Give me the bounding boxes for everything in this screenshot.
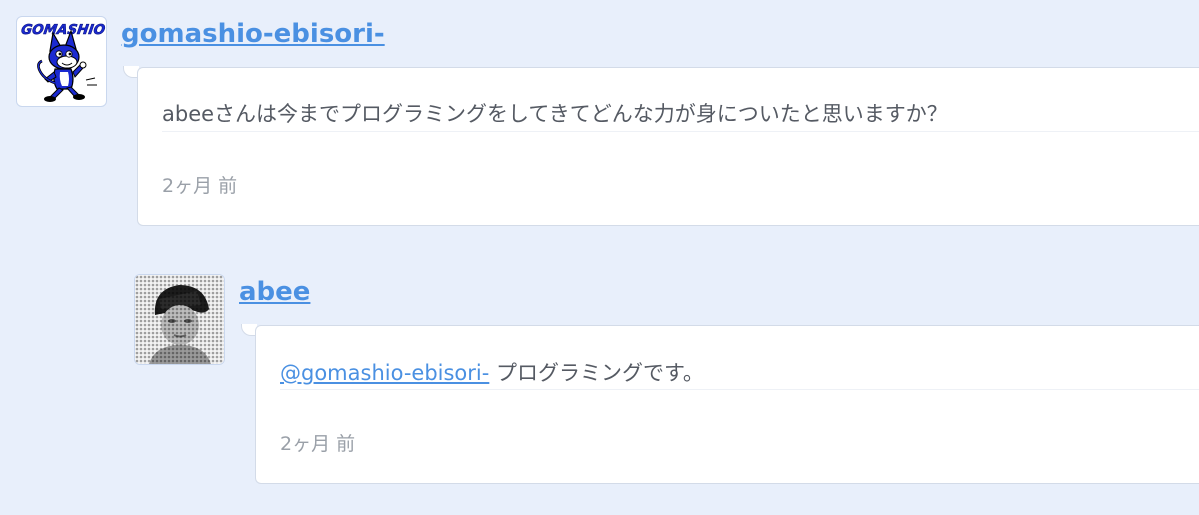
comment-body: プログラミングです。 xyxy=(489,361,704,385)
comment-divider xyxy=(280,389,1199,390)
avatar-abee[interactable] xyxy=(134,274,225,365)
comment-abee: abee @gomashio-ebisori- プログラミングです。 2ヶ月 前 xyxy=(0,0,1199,515)
comment-bubble: @gomashio-ebisori- プログラミングです。 2ヶ月 前 xyxy=(255,325,1199,484)
username-link[interactable]: abee xyxy=(239,277,310,307)
pixelated-person-avatar-icon xyxy=(135,275,224,364)
comment-text: @gomashio-ebisori- プログラミングです。 xyxy=(280,357,704,387)
comment-timestamp: 2ヶ月 前 xyxy=(280,433,356,455)
mention-link[interactable]: @gomashio-ebisori- xyxy=(280,361,489,385)
